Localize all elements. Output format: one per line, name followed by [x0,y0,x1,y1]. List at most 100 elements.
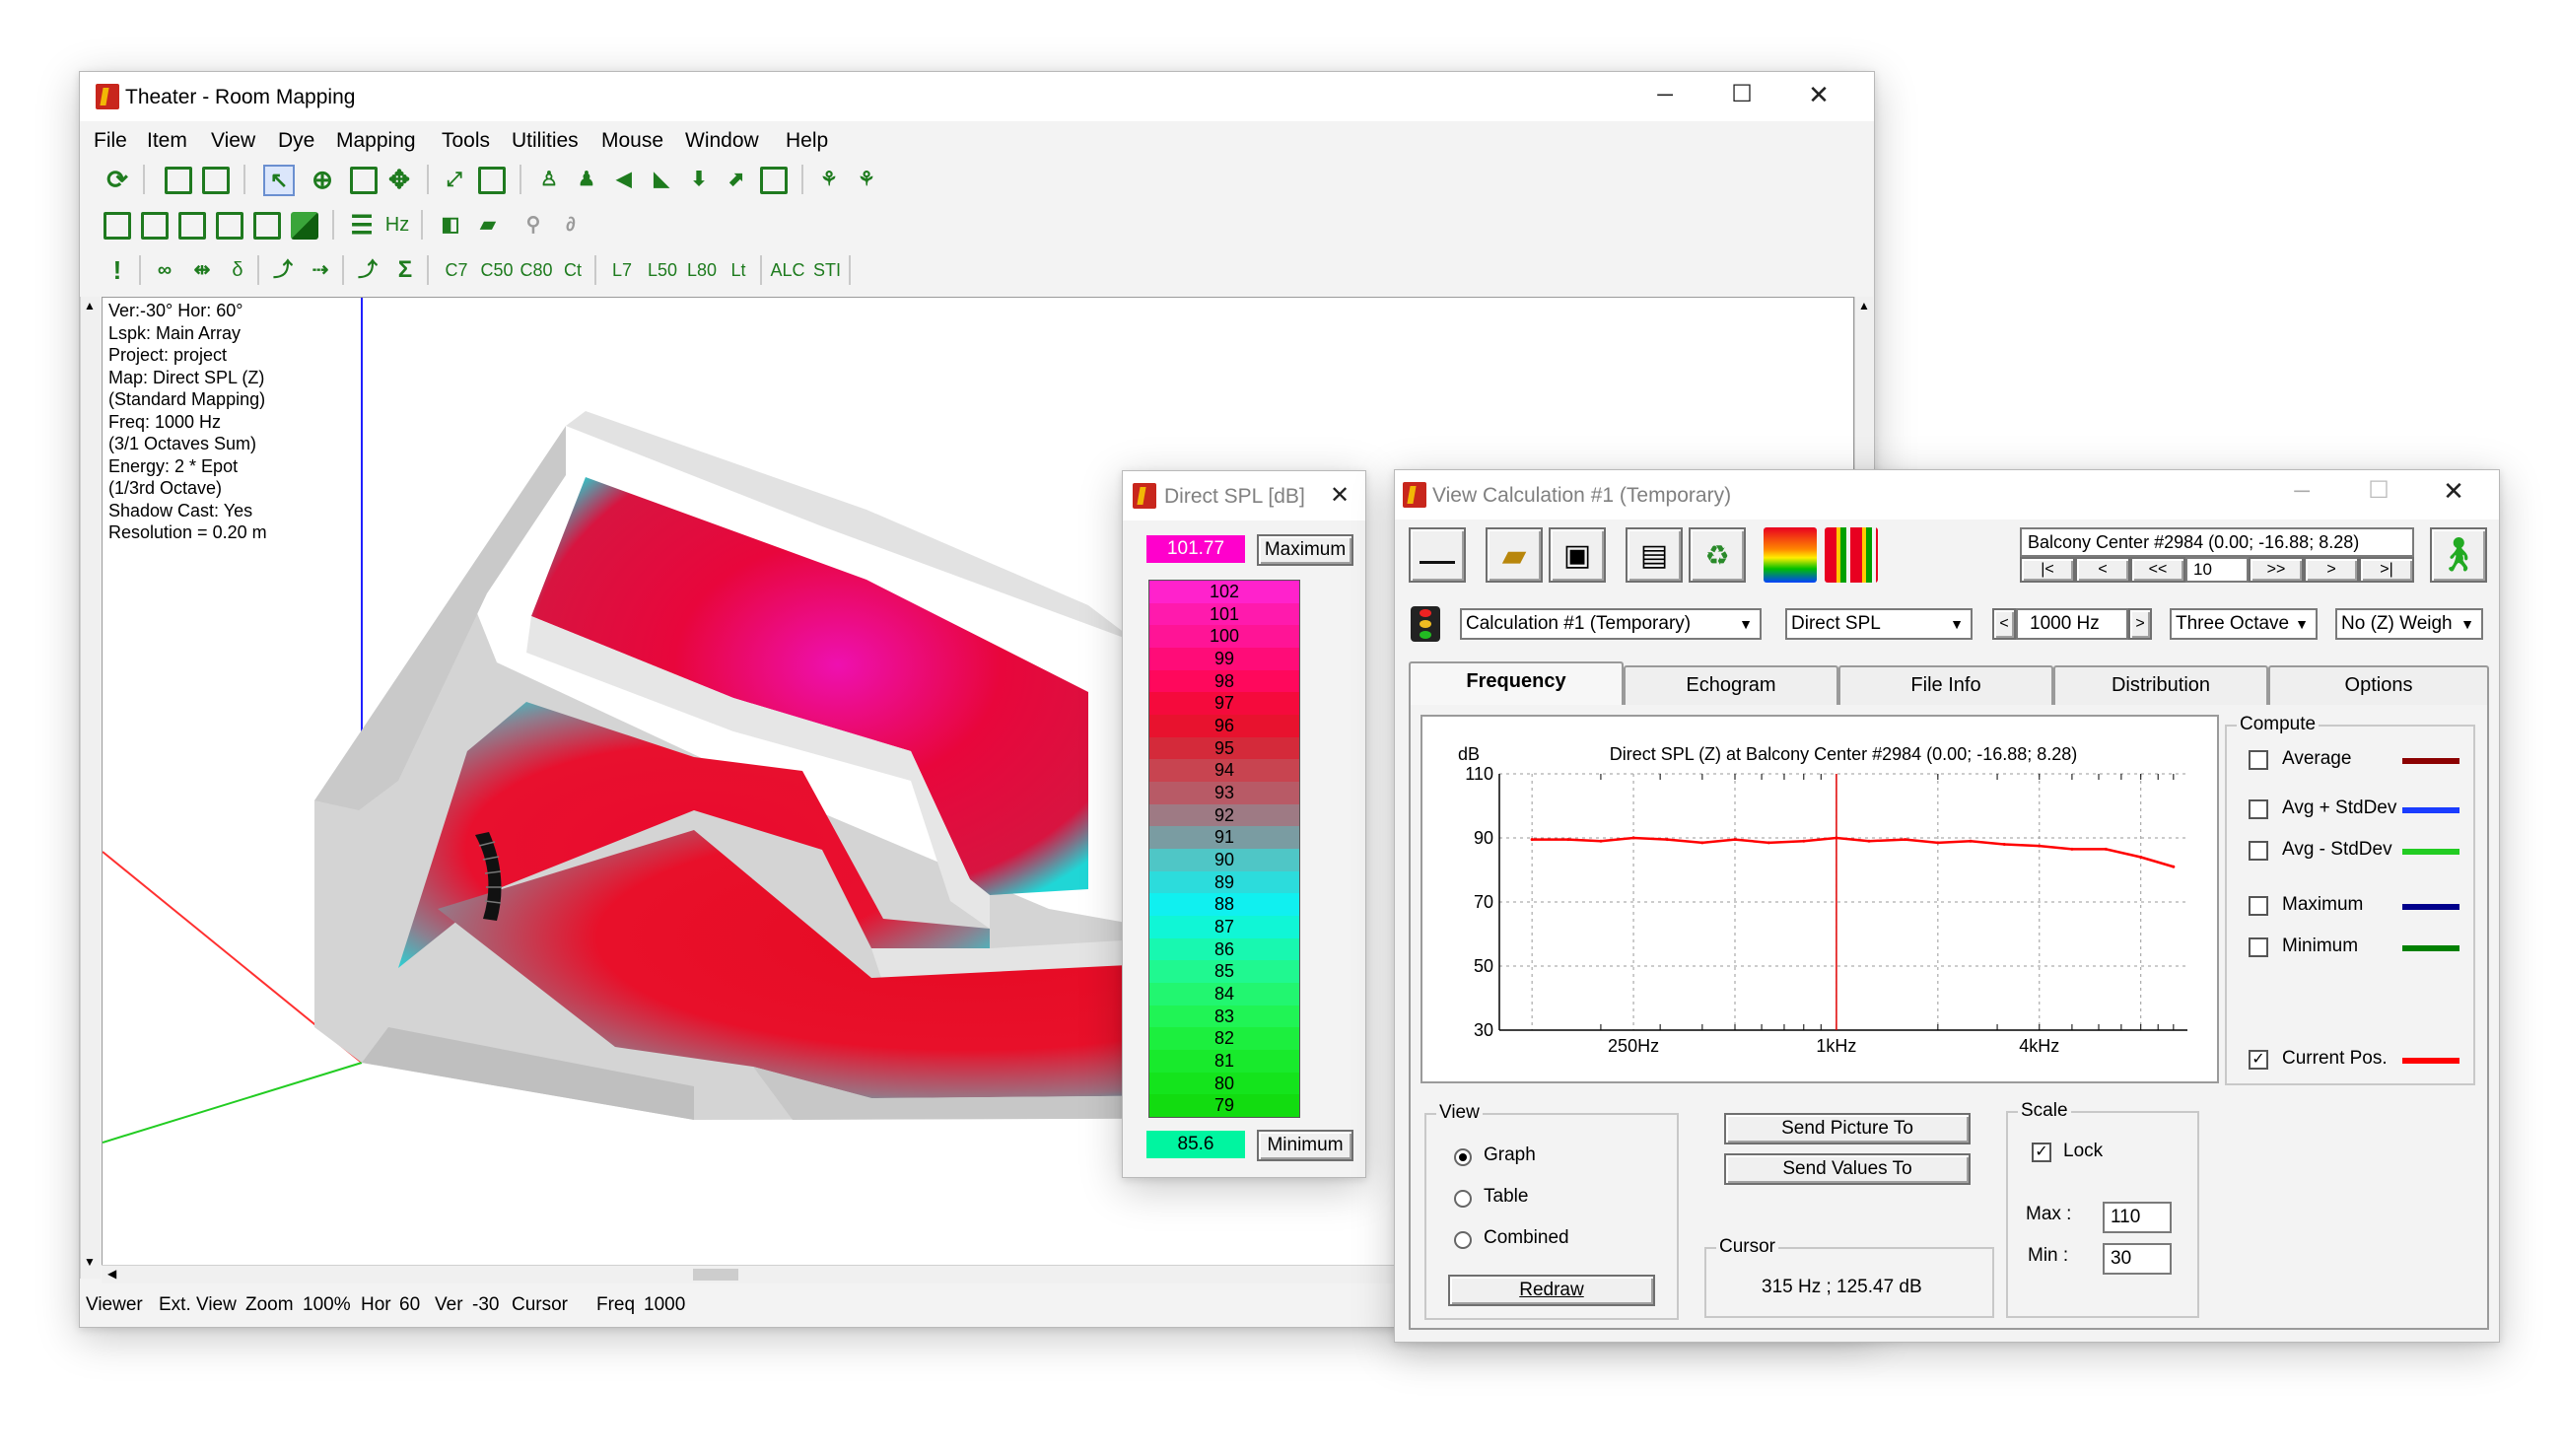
grid-map-3-icon[interactable] [178,212,206,240]
save-button[interactable]: ▣ [1549,527,1606,583]
menu-dye[interactable]: Dye [278,129,314,153]
compute-checkbox[interactable] [2249,937,2268,957]
compute-checkbox[interactable] [2249,841,2268,861]
import-view-icon[interactable] [202,167,230,194]
probe-disabled-icon[interactable]: ⚲ [520,211,547,239]
grid-map-4-icon[interactable] [216,212,243,240]
scale-min-field[interactable]: 30 [2103,1243,2172,1275]
rise-delta-icon[interactable]: ⇢ [307,256,334,284]
move-icon[interactable]: ✥ [385,166,413,193]
target-icon[interactable]: ⊕ [309,166,336,193]
nav-prev-fast-button[interactable]: << [2130,557,2185,583]
maximum-button[interactable]: Maximum [1257,534,1353,566]
nav-last-button[interactable]: >| [2359,557,2414,583]
level-lt-button[interactable]: Lt [723,256,754,284]
traffic-light-icon[interactable] [1411,606,1440,642]
zoom-window-icon[interactable] [478,167,506,194]
scroll-down-icon[interactable]: ▼ [84,1255,96,1269]
nav-step-field[interactable]: 10 [2185,557,2249,583]
refresh-icon[interactable]: ⟳ [104,166,131,193]
tab-frequency[interactable]: Frequency [1409,661,1624,705]
scroll-thumb[interactable] [693,1269,738,1281]
level-l7-button[interactable]: L7 [606,256,638,284]
delta-t-icon[interactable]: ⇹ [188,256,216,284]
level-l80-button[interactable]: L80 [683,256,721,284]
freq-next-button[interactable]: > [2128,608,2152,640]
nav-next-button[interactable]: > [2304,557,2359,583]
blank-button[interactable] [1409,527,1466,583]
parameter-select[interactable]: Direct SPL ▼ [1785,608,1973,640]
vertical-scrollbar-left[interactable]: ▲ ▼ [80,297,101,1279]
rise-icon[interactable]: ⤴ [269,256,297,284]
person-view-icon[interactable]: ♙ [535,166,563,193]
speaker-tree-icon[interactable]: ⚘ [853,166,880,193]
menu-mapping[interactable]: Mapping [336,129,416,153]
folder-icon[interactable]: ▰ [474,211,502,239]
export-view-icon[interactable] [165,167,192,194]
close-icon[interactable]: ✕ [2434,476,2473,507]
walk-icon[interactable]: ♟ [573,166,600,193]
send-picture-button[interactable]: Send Picture To [1724,1113,1971,1144]
lock-checkbox[interactable]: ✓ [2032,1143,2051,1162]
maximize-icon[interactable]: ☐ [1722,80,1762,108]
tab-distribution[interactable]: Distribution [2053,665,2268,705]
tab-options[interactable]: Options [2268,665,2489,705]
close-icon[interactable]: ✕ [1320,481,1359,510]
minimum-button[interactable]: Minimum [1257,1130,1353,1161]
copy-window-icon[interactable] [350,167,378,194]
notes-button[interactable]: ▤ [1626,527,1683,583]
alc-button[interactable]: ALC [768,256,807,284]
menu-window[interactable]: Window [685,129,759,153]
nav-next-fast-button[interactable]: >> [2249,557,2304,583]
minimize-icon[interactable]: ─ [1645,82,1685,107]
fit-frame-icon[interactable] [760,167,788,194]
minimize-icon[interactable]: ─ [2282,478,2321,504]
clarity-c80-button[interactable]: C80 [518,256,555,284]
nav-first-button[interactable]: |< [2020,557,2075,583]
grid-map-1-icon[interactable] [104,212,131,240]
zoom-extents-icon[interactable]: ⤢ [441,166,468,193]
view-table-radio[interactable] [1454,1190,1472,1208]
color-map-icon[interactable] [1764,527,1817,583]
tab-echogram[interactable]: Echogram [1624,665,1838,705]
menu-file[interactable]: File [94,129,127,153]
speaker-icon[interactable]: ◧ [437,211,464,239]
maximize-icon[interactable]: ☐ [2359,476,2398,505]
grid-map-2-icon[interactable] [141,212,169,240]
position-field[interactable]: Balcony Center #2984 (0.00; -16.88; 8.28… [2020,527,2414,557]
select-pointer-icon[interactable]: ↖ [263,165,295,196]
ear-disabled-icon[interactable]: ∂ [557,211,585,239]
arrow-left-icon[interactable]: ◀ [610,166,638,193]
send-values-button[interactable]: Send Values To [1724,1153,1971,1185]
walker-button[interactable]: 🚶︎ [2430,527,2487,583]
frequency-chart[interactable]: 110 90 70 50 30 250Hz 1kHz 4kHz dB Direct SPL (Z)… [1420,715,2219,1083]
menu-item[interactable]: Item [147,129,187,153]
hz-icon[interactable]: Hz [383,211,411,239]
sti-button[interactable]: STI [809,256,845,284]
view-combined-radio[interactable] [1454,1231,1472,1249]
close-icon[interactable]: ✕ [1799,80,1838,110]
view-graph-radio[interactable] [1454,1148,1472,1166]
band-select[interactable]: Three Octave ▼ [2170,608,2318,640]
list-icon[interactable]: ☰ [348,211,376,239]
alert-icon[interactable]: ! [104,256,131,284]
multi-map-icon[interactable] [1825,527,1878,583]
redraw-button[interactable]: Redraw [1448,1275,1655,1306]
menu-help[interactable]: Help [786,129,828,153]
compute-checkbox[interactable] [2249,799,2268,819]
clarity-ct-button[interactable]: Ct [557,256,589,284]
menu-mouse[interactable]: Mouse [601,129,663,153]
scroll-left-icon[interactable]: ◀ [107,1267,116,1281]
compute-checkbox[interactable]: ✓ [2249,1050,2268,1070]
frequency-field[interactable]: 1000 Hz [2016,608,2128,640]
arrow-in-icon[interactable]: ◣ [648,166,675,193]
arrow-diagonal-icon[interactable]: ⬈ [723,166,750,193]
layers-icon[interactable] [291,212,318,240]
weighting-select[interactable]: No (Z) Weigh ▼ [2335,608,2483,640]
delta-r-icon[interactable]: δ [224,256,251,284]
download-arrow-icon[interactable]: ⬇ [685,166,713,193]
scroll-up-icon[interactable]: ▲ [1858,299,1870,312]
compute-checkbox[interactable] [2249,896,2268,916]
menu-view[interactable]: View [211,129,255,153]
clarity-c7-button[interactable]: C7 [441,256,472,284]
